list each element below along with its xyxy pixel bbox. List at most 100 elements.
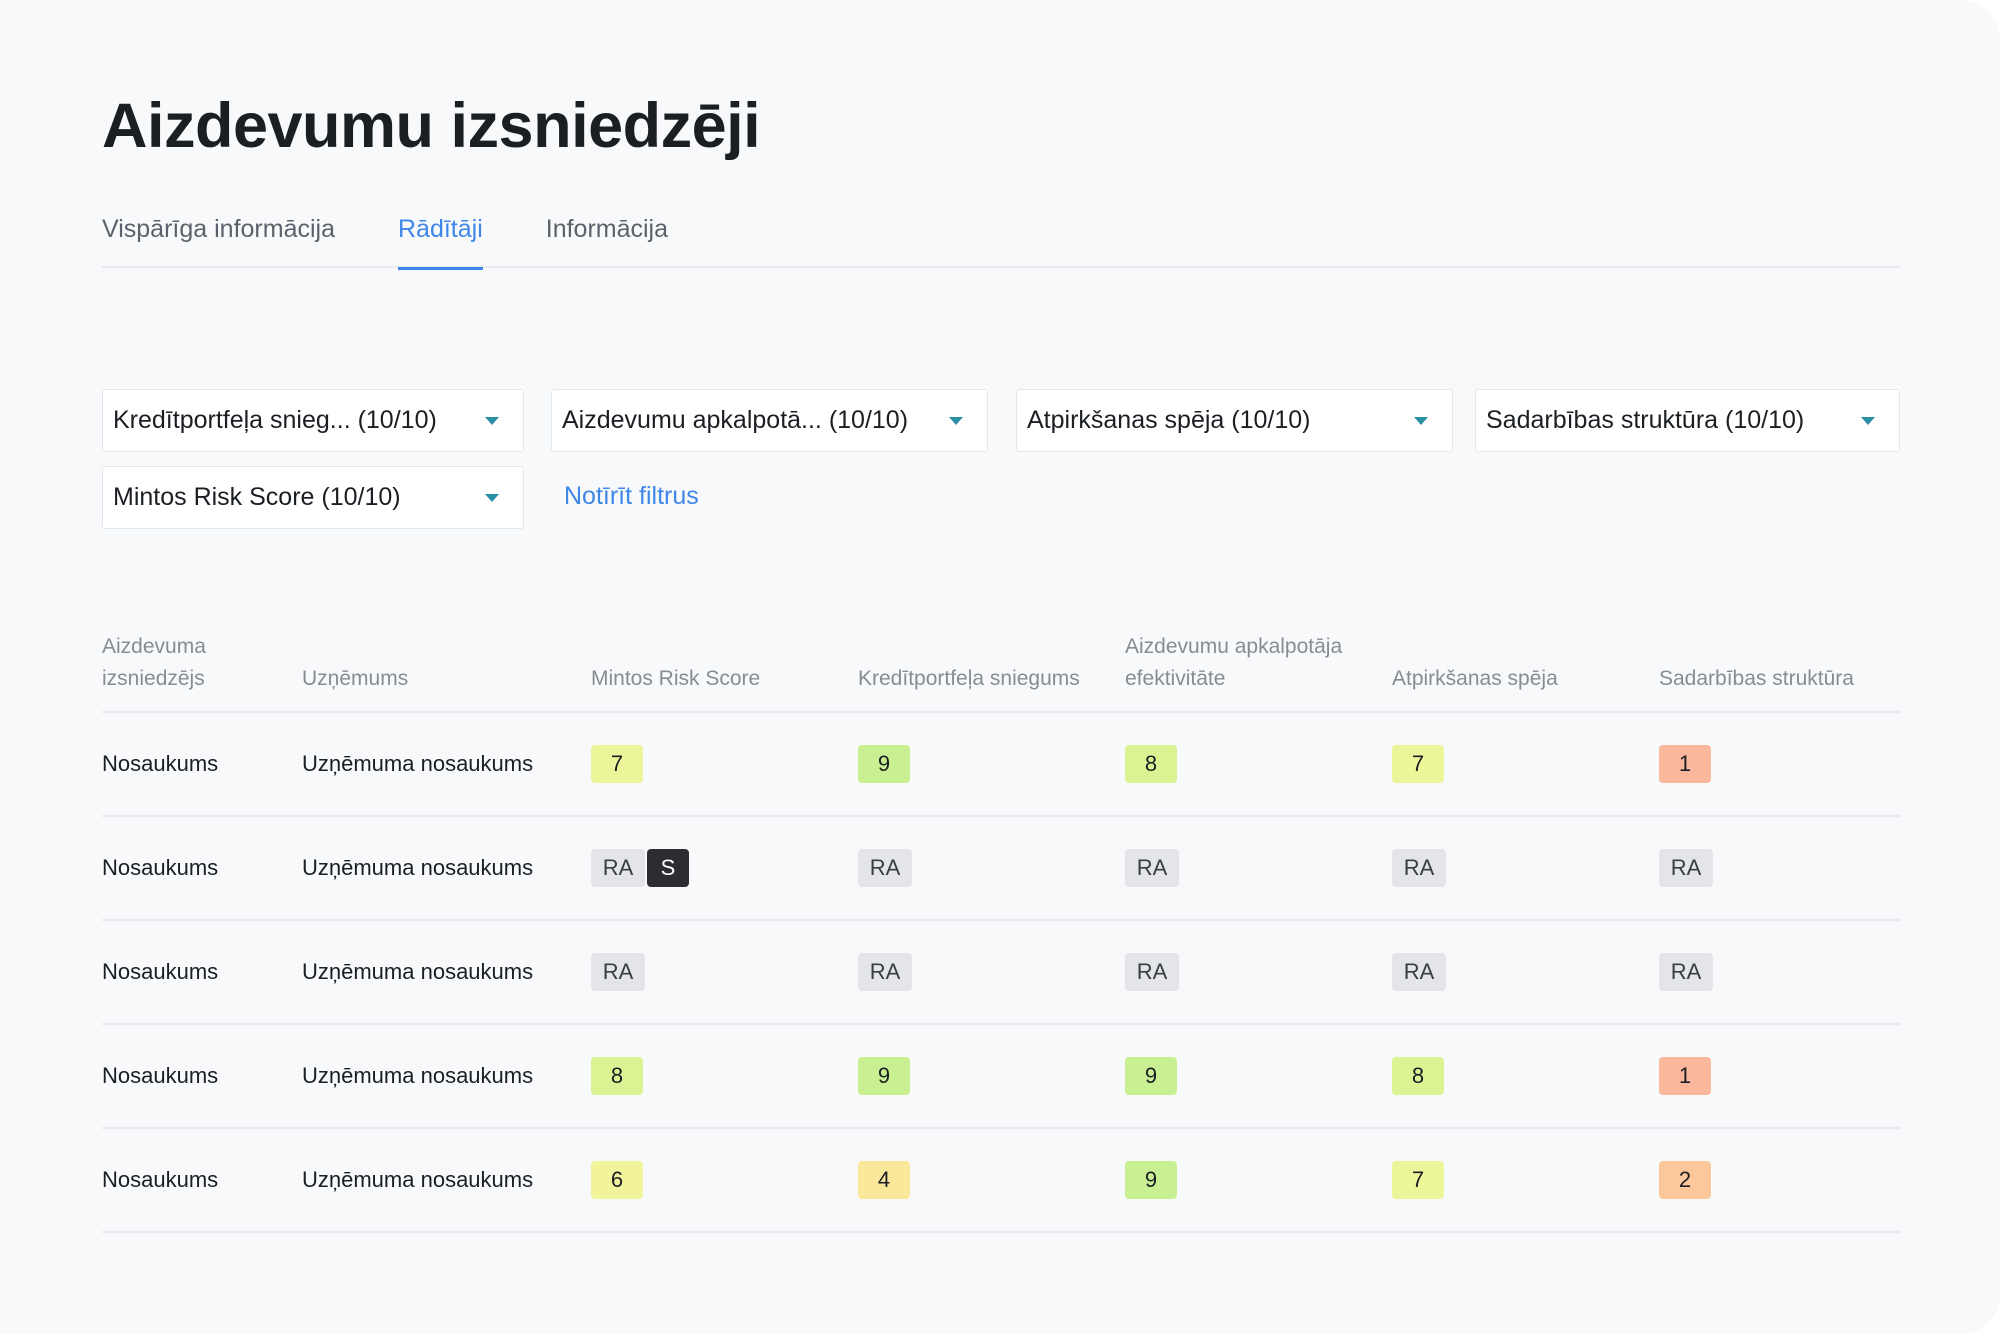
filter-cooperation-structure[interactable]: Sadarbības struktūra (10/10) <box>1475 389 1900 452</box>
score-cell: RA <box>1659 920 1900 1025</box>
table-row[interactable]: Nosaukums Uzņēmuma nosaukums RA RA RA RA RA <box>102 920 1900 1025</box>
score-cell: 7 <box>591 712 858 817</box>
score-badge-group: 2 <box>1659 1161 1711 1199</box>
score-badge: 8 <box>1125 745 1177 783</box>
score-badge-group: RA S <box>591 849 689 887</box>
score-badge: RA <box>1659 849 1713 887</box>
score-badge: 9 <box>1125 1057 1177 1095</box>
column-header[interactable]: Kredītportfeļa sniegums <box>858 612 1125 713</box>
column-header[interactable]: Uzņēmums <box>302 612 591 713</box>
score-cell: RA <box>1125 920 1392 1025</box>
score-cell: RA <box>858 920 1125 1025</box>
score-cell: 1 <box>1659 1024 1900 1129</box>
score-cell: 8 <box>591 1024 858 1129</box>
score-badge: 7 <box>591 745 643 783</box>
score-cell: 1 <box>1659 712 1900 817</box>
score-cell: RA <box>858 816 1125 921</box>
lender-name: Nosaukums <box>102 712 302 817</box>
lenders-table: Aizdevuma izsniedzējs Uzņēmums Mintos Ri… <box>102 612 1900 1233</box>
score-cell: RA <box>591 920 858 1025</box>
chevron-down-icon <box>485 493 499 502</box>
score-badge-group: 9 <box>858 745 910 783</box>
score-badge-group: RA <box>591 953 645 991</box>
clear-filters-link[interactable]: Notīrīt filtrus <box>564 482 699 511</box>
score-badge-group: 1 <box>1659 745 1711 783</box>
content: Aizdevumu izsniedzēji Vispārīga informāc… <box>102 90 1900 1233</box>
table-row[interactable]: Nosaukums Uzņēmuma nosaukums 8 9 9 8 1 <box>102 1024 1900 1129</box>
chevron-down-icon <box>1861 416 1875 425</box>
score-badge: 1 <box>1659 1057 1711 1095</box>
chevron-down-icon <box>949 416 963 425</box>
score-badge: 4 <box>858 1161 910 1199</box>
filter-label: Mintos Risk Score (10/10) <box>113 483 401 511</box>
tab-general-info[interactable]: Vispārīga informācija <box>102 215 335 268</box>
score-cell: 4 <box>858 1128 1125 1233</box>
filter-credit-portfolio[interactable]: Kredītportfeļa snieg... (10/10) <box>102 389 524 452</box>
score-badge-group: 7 <box>1392 1161 1444 1199</box>
company-name: Uzņēmuma nosaukums <box>302 712 591 817</box>
score-cell: 9 <box>1125 1024 1392 1129</box>
score-badge: 7 <box>1392 745 1444 783</box>
company-name: Uzņēmuma nosaukums <box>302 920 591 1025</box>
score-badge-group: 9 <box>1125 1161 1177 1199</box>
score-badge: 7 <box>1392 1161 1444 1199</box>
page-title: Aizdevumu izsniedzēji <box>102 91 761 161</box>
score-badge-group: RA <box>858 953 912 991</box>
score-badge-group: 1 <box>1659 1057 1711 1095</box>
column-header[interactable]: Mintos Risk Score <box>591 612 858 713</box>
column-header[interactable]: Aizdevuma izsniedzējs <box>102 612 302 713</box>
score-badge: 9 <box>858 745 910 783</box>
column-header[interactable]: Aizdevumu apkalpotāja efektivitāte <box>1125 612 1392 713</box>
tab-information[interactable]: Informācija <box>546 215 668 268</box>
table-body: Nosaukums Uzņēmuma nosaukums 7 9 8 7 1 Nosaukum… <box>102 712 1900 1233</box>
score-badge: 6 <box>591 1161 643 1199</box>
score-cell: 2 <box>1659 1128 1900 1233</box>
filter-label: Kredītportfeļa snieg... (10/10) <box>113 406 437 434</box>
score-cell: 8 <box>1392 1024 1659 1129</box>
company-name: Uzņēmuma nosaukums <box>302 1128 591 1233</box>
score-badge-group: RA <box>1125 849 1179 887</box>
score-badge-group: 8 <box>591 1057 643 1095</box>
score-badge-group: RA <box>1392 953 1446 991</box>
score-badge: RA <box>591 953 645 991</box>
score-badge: 8 <box>591 1057 643 1095</box>
score-badge: RA <box>1392 953 1446 991</box>
filter-label: Aizdevumu apkalpotā... (10/10) <box>562 406 909 434</box>
score-badge-group: 9 <box>1125 1057 1177 1095</box>
score-badge-group: 7 <box>591 745 643 783</box>
score-cell: RA <box>1392 920 1659 1025</box>
score-cell: 6 <box>591 1128 858 1233</box>
tab-indicators[interactable]: Rādītāji <box>397 215 483 270</box>
company-name: Uzņēmuma nosaukums <box>302 816 591 921</box>
page: Aizdevumu izsniedzēji Vispārīga informāc… <box>0 0 2000 1334</box>
score-cell: RA <box>1125 816 1392 921</box>
lender-name: Nosaukums <box>102 816 302 921</box>
score-badge-group: 8 <box>1125 745 1177 783</box>
score-badge: 9 <box>1125 1161 1177 1199</box>
score-badge: RA <box>858 849 912 887</box>
score-cell: 7 <box>1392 712 1659 817</box>
score-cell: 9 <box>1125 1128 1392 1233</box>
tab-bar: Vispārīga informācija Rādītāji Informāci… <box>102 215 1900 270</box>
score-badge-group: 6 <box>591 1161 643 1199</box>
score-cell: 9 <box>858 1024 1125 1129</box>
score-badge: RA <box>1392 849 1446 887</box>
score-badge-group: RA <box>1392 849 1446 887</box>
filter-loan-servicer[interactable]: Aizdevumu apkalpotā... (10/10) <box>551 389 988 452</box>
table-row[interactable]: Nosaukums Uzņēmuma nosaukums 7 9 8 7 1 <box>102 712 1900 817</box>
column-header[interactable]: Sadarbības struktūra <box>1659 612 1900 713</box>
filter-mintos-risk-score[interactable]: Mintos Risk Score (10/10) <box>102 466 524 529</box>
score-badge: 8 <box>1392 1057 1444 1095</box>
filter-buyback[interactable]: Atpirkšanas spēja (10/10) <box>1016 389 1453 452</box>
column-header[interactable]: Atpirkšanas spēja <box>1392 612 1659 713</box>
lender-name: Nosaukums <box>102 1024 302 1129</box>
status-tag: S <box>647 849 689 887</box>
table-row[interactable]: Nosaukums Uzņēmuma nosaukums RA S RA RA RA RA <box>102 816 1900 921</box>
score-badge-group: RA <box>858 849 912 887</box>
score-badge: RA <box>858 953 912 991</box>
table-header-row: Aizdevuma izsniedzējs Uzņēmums Mintos Ri… <box>102 612 1900 713</box>
score-badge-group: 9 <box>858 1057 910 1095</box>
score-badge: 1 <box>1659 745 1711 783</box>
score-badge-group: RA <box>1125 953 1179 991</box>
table-row[interactable]: Nosaukums Uzņēmuma nosaukums 6 4 9 7 2 <box>102 1128 1900 1233</box>
